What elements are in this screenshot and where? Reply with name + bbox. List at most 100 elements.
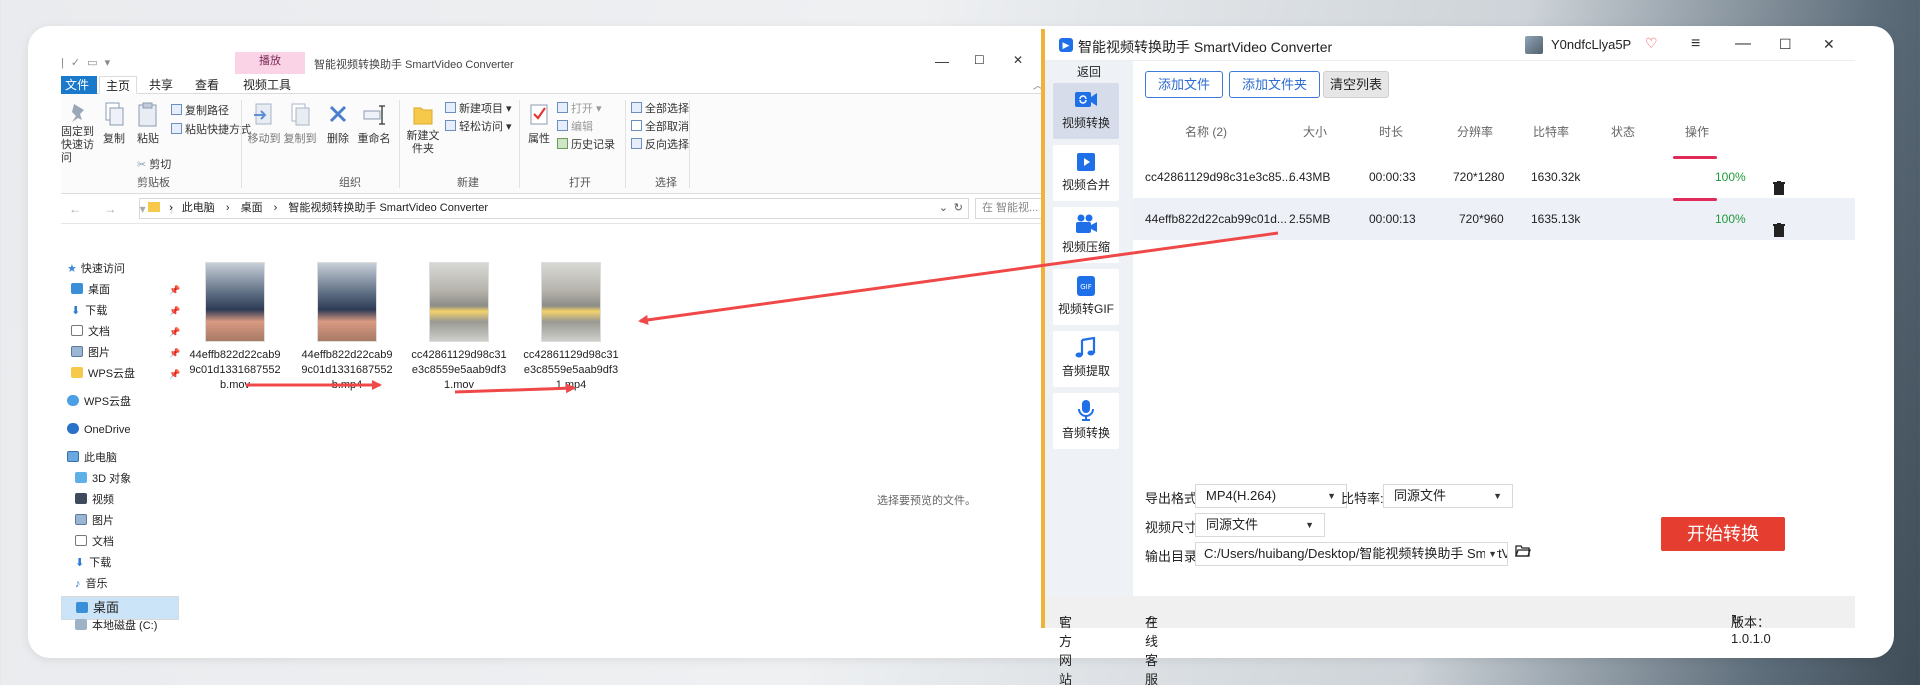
tab-home[interactable]: 主页 xyxy=(99,76,138,94)
address-bar-row: ← → ▾ ↑ › 此电脑 › 桌面 › 智能视频转换助手 SmartVideo… xyxy=(61,194,1071,224)
address-dropdown-icon[interactable]: ⌄ xyxy=(939,199,948,218)
new-item-button[interactable]: 新建项目 ▾ xyxy=(445,100,512,116)
nav-label: 本地磁盘 (C:) xyxy=(92,620,158,632)
easy-access-label: 轻松访问 xyxy=(459,121,503,133)
desktop-icon xyxy=(76,602,88,613)
sidebar-item-video-to-gif[interactable]: GIF 视频转GIF xyxy=(1053,269,1119,325)
output-dir-label: 输出目录: xyxy=(1145,549,1201,564)
copy-path-button[interactable]: 复制路径 xyxy=(171,102,229,118)
file-item[interactable]: cc42861129d98c31e3c8559e5aab9df31.mov xyxy=(411,262,507,393)
properties-button[interactable]: 属性 xyxy=(525,102,553,146)
col-header-status: 状态 xyxy=(1611,125,1636,139)
avatar[interactable] xyxy=(1525,36,1543,54)
scissors-icon: ✂ xyxy=(137,159,147,171)
easy-access-button[interactable]: 轻松访问 ▾ xyxy=(445,118,512,134)
close-button[interactable]: ✕ xyxy=(1013,53,1023,67)
breadcrumb-folder[interactable]: 智能视频转换助手 SmartVideo Converter xyxy=(288,202,488,214)
breadcrumb-desktop[interactable]: 桌面 xyxy=(241,202,263,214)
move-to-button[interactable]: 移动到 xyxy=(247,102,281,146)
history-label: 历史记录 xyxy=(571,139,615,151)
file-item[interactable]: 44effb822d22cab99c01d1331687552b.mov xyxy=(187,262,283,393)
pin-icon: 📌 xyxy=(169,327,181,337)
sidebar-item-audio-extract[interactable]: 音频提取 xyxy=(1053,331,1119,387)
nav-onedrive[interactable]: OneDrive xyxy=(67,421,130,439)
output-dir-select[interactable]: C:/Users/huibang/Desktop/智能视频转换助手 SmartV… xyxy=(1195,542,1508,566)
nav-videos[interactable]: 视频 xyxy=(75,491,114,509)
nav-quick-access[interactable]: ★ 快速访问 xyxy=(67,260,125,278)
add-folder-button[interactable]: 添加文件夹 xyxy=(1229,71,1321,98)
context-tab-play[interactable]: 播放 xyxy=(235,52,305,74)
nav-wps-cloud-pinned[interactable]: WPS云盘 📌 xyxy=(71,365,181,383)
format-select[interactable]: MP4(H.264) ▼ xyxy=(1195,484,1347,508)
nav-pictures-pc[interactable]: 图片 xyxy=(75,512,114,530)
nav-pictures[interactable]: 图片 📌 xyxy=(71,344,181,362)
file-item[interactable]: cc42861129d98c31e3c8559e5aab9df31.mp4 xyxy=(523,262,619,393)
minimize-button[interactable]: — xyxy=(935,53,949,69)
paste-shortcut-button[interactable]: 粘贴快捷方式 xyxy=(171,121,251,137)
add-file-button[interactable]: 添加文件 xyxy=(1145,71,1224,98)
nav-downloads[interactable]: ⬇ 下载 📌 xyxy=(71,302,181,320)
paste-button[interactable]: 粘贴 xyxy=(133,102,163,146)
cut-button[interactable]: ✂ 剪切 xyxy=(137,156,171,172)
crumb-separator: › xyxy=(225,202,230,214)
history-button[interactable]: 历史记录 xyxy=(557,136,615,152)
video-size-select[interactable]: 同源文件 ▼ xyxy=(1195,513,1325,537)
delete-button[interactable]: 删除 xyxy=(323,102,353,146)
close-button[interactable]: ✕ xyxy=(1823,36,1835,53)
pin-quick-access-button[interactable]: 固定到快速访问 xyxy=(61,102,95,165)
maximize-button[interactable]: ☐ xyxy=(974,53,985,67)
menu-button[interactable]: ≡ xyxy=(1691,35,1700,53)
nav-wps-cloud[interactable]: WPS云盘 xyxy=(67,393,131,411)
clear-list-button[interactable]: 清空列表 xyxy=(1323,71,1390,98)
open-folder-icon[interactable] xyxy=(1515,544,1531,561)
rename-button[interactable]: 重命名 xyxy=(357,102,391,146)
file-item[interactable]: 44effb822d22cab99c01d1331687552b.mp4 xyxy=(299,262,395,393)
nav-music[interactable]: ♪ 音乐 xyxy=(75,575,108,593)
quick-access-toolbar[interactable]: | ✓ ▭ ▾ xyxy=(61,56,112,69)
vip-heart-icon[interactable]: ♡ xyxy=(1645,35,1658,52)
pin-icon xyxy=(72,104,84,122)
sidebar-item-video-convert[interactable]: 视频转换 xyxy=(1053,83,1119,139)
select-none-button[interactable]: 全部取消 xyxy=(631,118,689,134)
maximize-button[interactable]: ☐ xyxy=(1779,36,1792,53)
start-convert-button[interactable]: 开始转换 xyxy=(1661,517,1785,551)
table-row[interactable]: 44effb822d22cab99c01d... 2.55MB 00:00:13… xyxy=(1133,198,1855,240)
edit-button[interactable]: 编辑 xyxy=(557,118,593,134)
minimize-button[interactable]: — xyxy=(1735,35,1751,53)
sidebar-item-audio-convert[interactable]: 音频转换 xyxy=(1053,393,1119,449)
invert-selection-icon xyxy=(631,138,642,149)
ribbon-home: 固定到快速访问 复制 粘贴 复制路径 粘贴快捷方式 ✂ 剪切 剪贴板 移动到 复制… xyxy=(61,94,1071,194)
refresh-icon[interactable]: ↻ xyxy=(954,199,963,218)
select-all-button[interactable]: 全部选择 xyxy=(631,100,689,116)
progress-bar xyxy=(1673,156,1717,159)
username[interactable]: Y0ndfcLlya5P xyxy=(1551,37,1631,52)
nav-desktop[interactable]: 桌面 📌 xyxy=(71,281,181,299)
tab-share[interactable]: 共享 xyxy=(143,76,179,94)
back-button[interactable]: 返回 xyxy=(1045,63,1133,80)
col-header-name: 名称 (2) xyxy=(1185,125,1228,139)
address-bar[interactable]: › 此电脑 › 桌面 › 智能视频转换助手 SmartVideo Convert… xyxy=(139,198,969,219)
nav-3d-objects[interactable]: 3D 对象 xyxy=(75,470,131,488)
nav-documents-pc[interactable]: 文档 xyxy=(75,533,114,551)
breadcrumb-this-pc[interactable]: 此电脑 xyxy=(182,202,215,214)
bitrate-select[interactable]: 同源文件 ▼ xyxy=(1383,484,1513,508)
dropdown-arrow-icon: ▼ xyxy=(1327,491,1336,501)
download-arrow-icon: ⬇ xyxy=(71,305,81,317)
sidebar-item-video-compress[interactable]: 视频压缩 xyxy=(1053,207,1119,263)
copy-to-button[interactable]: 复制到 xyxy=(283,102,317,146)
nav-downloads-pc[interactable]: ⬇ 下载 xyxy=(75,554,111,572)
tab-video-tools[interactable]: 视频工具 xyxy=(237,76,297,94)
tab-view[interactable]: 查看 xyxy=(189,76,225,94)
sidebar-item-video-merge[interactable]: 视频合并 xyxy=(1053,145,1119,201)
copy-button[interactable]: 复制 xyxy=(99,102,129,146)
table-row[interactable]: cc42861129d98c31e3c85... 6.43MB 00:00:33… xyxy=(1133,156,1855,198)
invert-selection-button[interactable]: 反向选择 xyxy=(631,136,689,152)
nav-documents[interactable]: 文档 📌 xyxy=(71,323,181,341)
search-placeholder: 在 智能视... xyxy=(982,202,1039,214)
nav-local-disk[interactable]: 本地磁盘 (C:) xyxy=(75,617,157,635)
tab-file[interactable]: 文件 xyxy=(61,76,98,94)
open-button[interactable]: 打开 ▾ xyxy=(557,100,602,116)
trash-icon[interactable] xyxy=(1773,212,1785,254)
new-folder-button[interactable]: 新建文件夹 xyxy=(405,102,441,156)
nav-this-pc[interactable]: 此电脑 xyxy=(67,449,117,467)
